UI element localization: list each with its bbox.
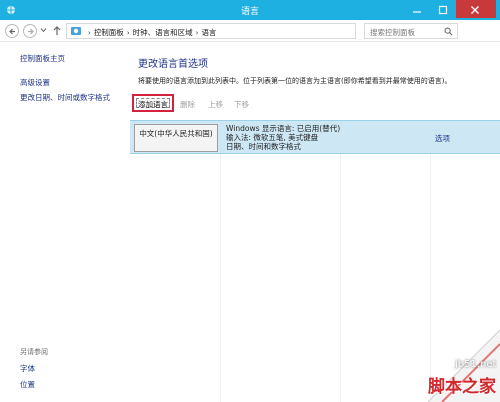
breadcrumb-control-panel[interactable]: 控制面板 [94,28,124,37]
move-up-button[interactable]: 上移 [208,99,223,110]
chevron-right-icon: › [195,29,199,37]
input-method-status: 输入法: 微软五笔, 美式键盘 [226,133,319,142]
breadcrumb-clock-language-region[interactable]: 时钟、语言和区域 [133,28,193,37]
add-language-highlight[interactable]: 添加语言 [132,94,174,112]
breadcrumb-language[interactable]: 语言 [201,28,216,37]
language-list: 中文(中华人民共和国) Windows 显示语言: 已启用(替代) 输入法: 微… [130,116,500,402]
arrow-right-icon [28,28,34,35]
close-button[interactable] [456,0,496,18]
display-language-status: Windows 显示语言: 已启用(替代) [226,124,341,133]
column-divider [340,152,341,402]
see-also-heading: 另请参阅 [20,348,48,356]
watermark-brand: 脚本之家 [428,377,496,397]
move-down-button[interactable]: 下移 [234,99,249,110]
recent-locations-icon[interactable] [40,27,47,33]
location-link[interactable]: 位置 [20,379,35,390]
chevron-right-icon: › [126,29,130,37]
language-name[interactable]: 中文(中华人民共和国) [134,124,218,152]
fonts-link[interactable]: 字体 [20,363,35,374]
page-title: 更改语言首选项 [138,59,208,70]
address-bar: › 控制面板 › 时钟、语言和区域 › 语言 搜索控制面板 [0,20,500,42]
close-icon [471,6,479,14]
language-toolbar: 添加语言 删除 上移 下移 [130,94,500,112]
title-bar: 语言 [0,0,500,20]
forward-button[interactable] [23,24,37,38]
page-description: 将要使用的语言添加到此列表中。位于列表第一位的语言为主语言(即你希望看到并最常使… [138,77,452,85]
language-details: Windows 显示语言: 已启用(替代) 输入法: 微软五笔, 美式键盘 日期… [226,124,340,151]
breadcrumb: › 控制面板 › 时钟、语言和区域 › 语言 [85,27,216,38]
search-placeholder: 搜索控制面板 [370,28,415,37]
arrow-left-icon [9,28,15,35]
chevron-right-icon: › [88,29,91,37]
minimize-icon [413,11,421,13]
column-divider [430,152,431,402]
advanced-settings-link[interactable]: 高级设置 [20,77,50,88]
back-button[interactable] [5,24,19,38]
language-options-link[interactable]: 选项 [435,133,450,144]
up-arrow-icon[interactable] [52,25,62,36]
maximize-button[interactable] [430,0,456,18]
change-date-time-link[interactable]: 更改日期、时间或数字格式 [20,92,110,103]
minimize-button[interactable] [404,0,430,18]
left-nav: 控制面板主页 高级设置 更改日期、时间或数字格式 另请参阅 字体 位置 [0,42,130,402]
control-panel-home-link[interactable]: 控制面板主页 [20,53,65,64]
main-content: 更改语言首选项 将要使用的语言添加到此列表中。位于列表第一位的语言为主语言(即你… [130,42,500,402]
search-icon [444,27,453,36]
control-panel-icon [71,27,81,35]
date-format-status: 日期、时间和数字格式 [226,142,301,151]
column-divider [220,152,221,402]
address-field[interactable]: › 控制面板 › 时钟、语言和区域 › 语言 [66,23,417,39]
add-language-button[interactable]: 添加语言 [136,98,170,109]
remove-button[interactable]: 删除 [180,99,195,110]
search-input[interactable]: 搜索控制面板 [364,23,458,39]
watermark-url: jb51.net [455,359,497,370]
language-row[interactable]: 中文(中华人民共和国) Windows 显示语言: 已启用(替代) 输入法: 微… [130,120,500,154]
maximize-icon [438,5,448,15]
